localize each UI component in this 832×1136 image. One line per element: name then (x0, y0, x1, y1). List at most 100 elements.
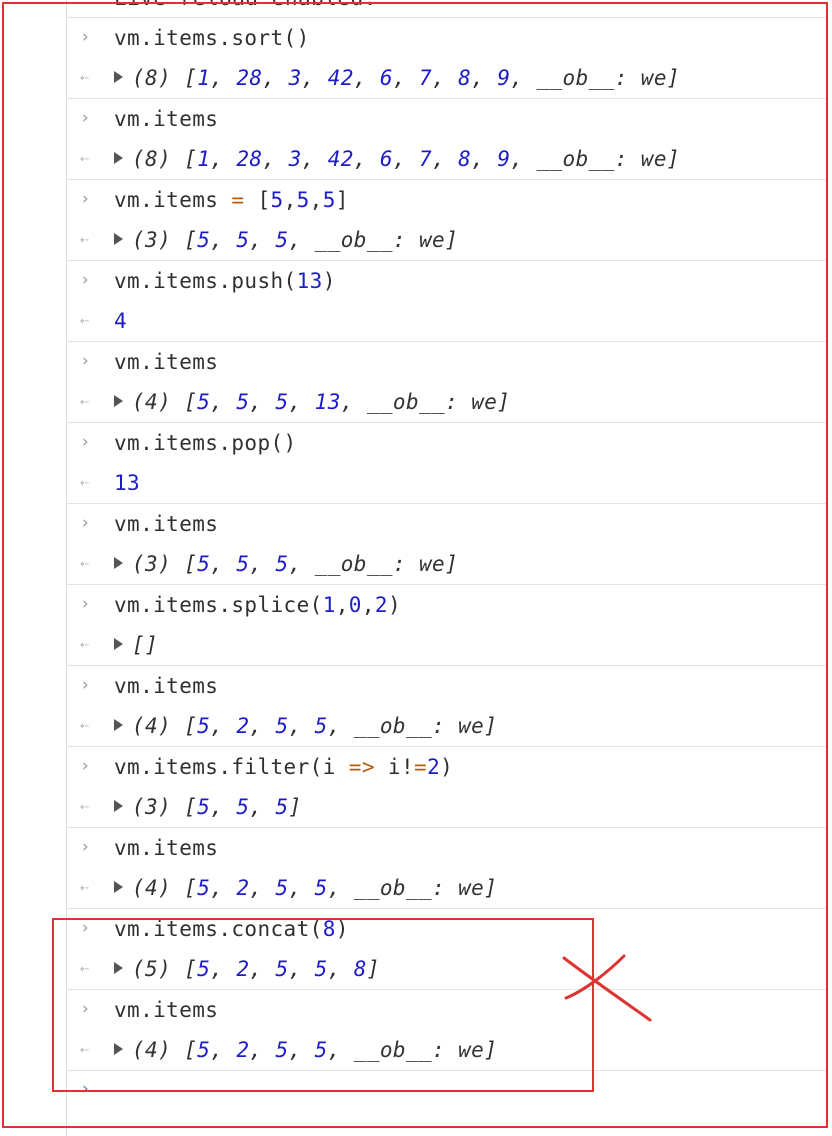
result-array[interactable]: [] (114, 633, 158, 657)
array-length: (4) (132, 390, 172, 414)
array-element: 9 (497, 66, 511, 90)
result-array[interactable]: (3) [5, 5, 5] (114, 795, 302, 819)
console-result-line: ⇠ [] (66, 625, 828, 665)
chevron-right-icon: › (80, 675, 91, 695)
console-entries: › vm.items.sort() ⇠ (8) [1, 28, 3, 42, 6, 7… (66, 17, 828, 1070)
console-entry: › vm.items ⇠ (4) [5, 2, 5, 5, __ob__: we] (66, 665, 828, 746)
result-value: 4 (114, 309, 128, 333)
input-text: vm.items.splice(1,0,2) (114, 593, 401, 617)
expand-triangle-icon[interactable] (114, 71, 123, 83)
chevron-right-icon: › (80, 756, 91, 776)
expand-triangle-icon[interactable] (114, 800, 123, 812)
array-element: 5 (197, 390, 211, 414)
result-array[interactable]: (3) [5, 5, 5, __ob__: we] (114, 552, 458, 576)
input-text: vm.items = [5,5,5] (114, 188, 349, 212)
console-entry: › vm.items ⇠ (4) [5, 2, 5, 5, __ob__: we] (66, 827, 828, 908)
array-element: 1 (197, 66, 211, 90)
array-element: 13 (314, 390, 341, 414)
console-input-line[interactable]: › vm.items.filter(i => i!=2) (66, 747, 828, 787)
chevron-right-icon: › (80, 351, 91, 371)
expand-triangle-icon[interactable] (114, 395, 123, 407)
number-literal: 1 (322, 593, 336, 617)
array-element: 9 (497, 147, 511, 171)
array-element: 5 (236, 390, 250, 414)
operator: = (231, 188, 245, 212)
observer-property: __ob__: we (314, 228, 446, 252)
array-element: 28 (236, 147, 263, 171)
array-element: 2 (236, 714, 250, 738)
array-element: 7 (419, 147, 433, 171)
number-literal: 5 (296, 188, 310, 212)
console-input-line[interactable]: › vm.items (66, 828, 828, 868)
array-length: (3) (132, 795, 172, 819)
expand-triangle-icon[interactable] (114, 152, 123, 164)
return-arrow-icon: ⇠ (80, 554, 90, 572)
chevron-right-icon: › (80, 189, 91, 209)
chevron-right-icon: › (80, 837, 91, 857)
array-element: 5 (275, 228, 289, 252)
console-entry: › vm.items ⇠ (4) [5, 5, 5, 13, __ob__: we] (66, 341, 828, 422)
result-array[interactable]: (8) [1, 28, 3, 42, 6, 7, 8, 9, __ob__: w… (114, 66, 680, 90)
expand-triangle-icon[interactable] (114, 233, 123, 245)
input-text: vm.items.filter(i => i!=2) (114, 755, 454, 779)
input-text: vm.items (114, 512, 219, 536)
input-text: vm.items.sort() (114, 26, 310, 50)
array-element: 5 (236, 552, 250, 576)
operator: => (348, 755, 375, 779)
observer-property: __ob__: we (353, 714, 485, 738)
console-result-line: ⇠ (3) [5, 5, 5] (66, 787, 828, 827)
array-element: 5 (275, 714, 289, 738)
console-input-line[interactable]: › vm.items (66, 666, 828, 706)
result-array[interactable]: (4) [5, 2, 5, 5, __ob__: we] (114, 714, 497, 738)
console-result-line: ⇠ 13 (66, 463, 828, 503)
array-element: 3 (288, 147, 302, 171)
number-literal: 5 (270, 188, 284, 212)
console-result-line: ⇠ 4 (66, 301, 828, 341)
input-text: vm.items.pop() (114, 431, 297, 455)
array-element: 8 (458, 147, 472, 171)
console-entry: › vm.items.push(13) ⇠ 4 (66, 260, 828, 341)
array-element: 5 (236, 228, 250, 252)
number-literal: 13 (296, 269, 323, 293)
input-text: vm.items (114, 350, 219, 374)
console-input-line[interactable]: › vm.items (66, 342, 828, 382)
return-arrow-icon: ⇠ (80, 230, 90, 248)
console-result-line: ⇠ (8) [1, 28, 3, 42, 6, 7, 8, 9, __ob__: … (66, 139, 828, 179)
console-input-line[interactable]: › vm.items (66, 504, 828, 544)
console-input-line[interactable]: › vm.items.sort() (66, 18, 828, 58)
array-element: 7 (419, 66, 433, 90)
return-arrow-icon: ⇠ (80, 68, 90, 86)
result-array[interactable]: (4) [5, 2, 5, 5, __ob__: we] (114, 876, 497, 900)
console-input-line[interactable]: › vm.items = [5,5,5] (66, 180, 828, 220)
observer-property: __ob__: we (536, 147, 667, 171)
expand-triangle-icon[interactable] (114, 719, 123, 731)
input-text: vm.items.push(13) (114, 269, 336, 293)
expand-triangle-icon[interactable] (114, 881, 123, 893)
number-literal: 0 (348, 593, 362, 617)
array-length: (8) (132, 66, 172, 90)
observer-property: __ob__: we (366, 390, 498, 414)
console-input-line[interactable]: › vm.items.pop() (66, 423, 828, 463)
chevron-right-icon: › (80, 513, 91, 533)
array-element: 5 (197, 876, 211, 900)
result-array[interactable]: (4) [5, 5, 5, 13, __ob__: we] (114, 390, 510, 414)
expand-triangle-icon[interactable] (114, 557, 123, 569)
result-array[interactable]: (8) [1, 28, 3, 42, 6, 7, 8, 9, __ob__: w… (114, 147, 680, 171)
console-entry: › vm.items.filter(i => i!=2) ⇠ (3) [5, 5, 5… (66, 746, 828, 827)
return-arrow-icon: ⇠ (80, 635, 90, 653)
console-result-line: ⇠ (4) [5, 2, 5, 5, __ob__: we] (66, 706, 828, 746)
chevron-right-icon: › (80, 108, 91, 128)
console-entry: › vm.items ⇠ (8) [1, 28, 3, 42, 6, 7, 8, 9,… (66, 98, 828, 179)
array-element: 42 (327, 147, 354, 171)
array-length: (4) (132, 714, 172, 738)
console-input-line[interactable]: › vm.items.push(13) (66, 261, 828, 301)
expand-triangle-icon[interactable] (114, 638, 123, 650)
console-entry: › vm.items ⇠ (3) [5, 5, 5, __ob__: we] (66, 503, 828, 584)
console-input-line[interactable]: › vm.items.splice(1,0,2) (66, 585, 828, 625)
console-input-line[interactable]: › vm.items (66, 99, 828, 139)
array-element: 5 (275, 876, 289, 900)
result-array[interactable]: (3) [5, 5, 5, __ob__: we] (114, 228, 458, 252)
chevron-right-icon: › (80, 270, 91, 290)
annotation-highlight-box (52, 918, 594, 1092)
input-text: vm.items (114, 107, 219, 131)
